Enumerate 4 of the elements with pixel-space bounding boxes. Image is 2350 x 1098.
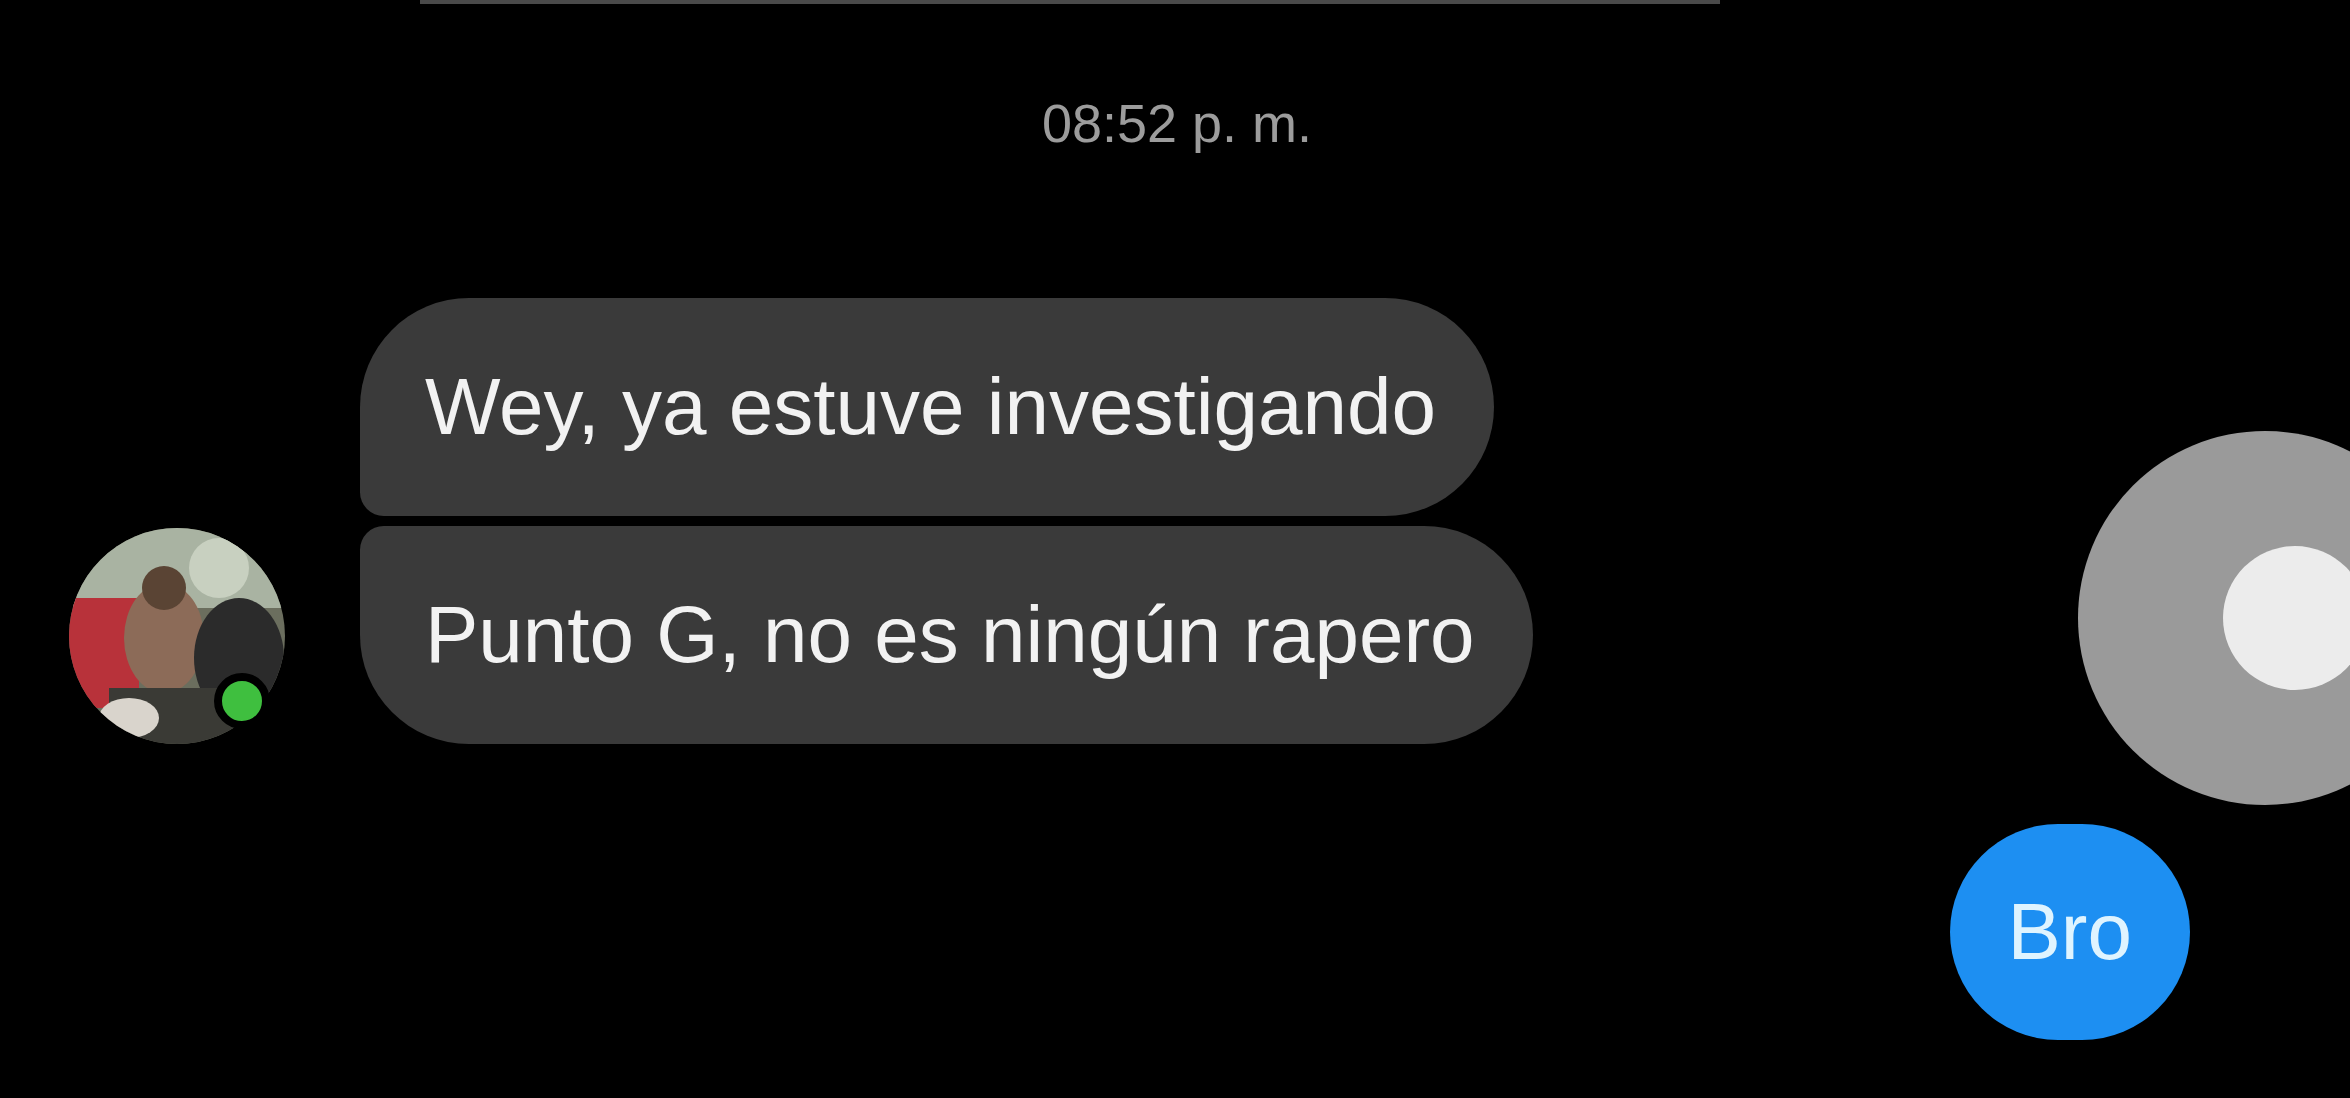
sent-message: Bro	[1949, 824, 2190, 1040]
received-message: Punto G, no es ningún rapero	[360, 526, 1533, 744]
timestamp: 08:52 p. m.	[1040, 92, 1314, 154]
received-message: Wey, ya estuve investigando	[360, 298, 1494, 516]
